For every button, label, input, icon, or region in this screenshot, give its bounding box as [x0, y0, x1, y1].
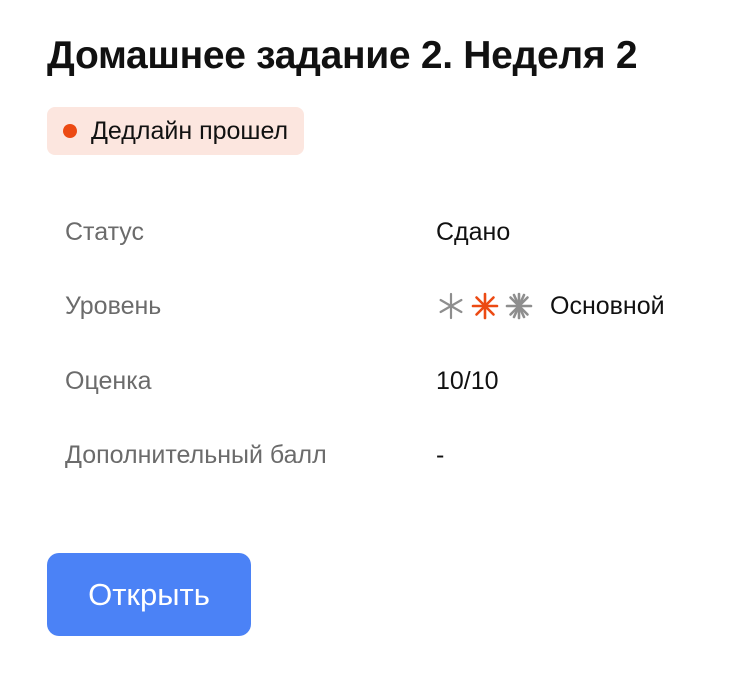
bonus-value: -: [436, 440, 445, 469]
detail-row-grade: Оценка 10/10: [65, 361, 707, 401]
level-label: Уровень: [65, 291, 162, 320]
status-dot-icon: [63, 124, 77, 138]
bonus-label: Дополнительный балл: [65, 440, 327, 469]
level-value-container: Основной: [436, 291, 665, 321]
open-button[interactable]: Открыть: [47, 553, 251, 636]
status-value: Сдано: [436, 217, 511, 246]
asterisk-icon: [439, 292, 463, 320]
grade-value: 10/10: [436, 366, 499, 395]
deadline-status-badge: Дедлайн прошел: [47, 107, 305, 155]
assignment-card: Домашнее задание 2. Неделя 2 Дедлайн про…: [47, 0, 707, 695]
level-value: Основной: [550, 291, 665, 320]
detail-row-level: Уровень Основной: [65, 286, 707, 326]
detail-row-bonus: Дополнительный балл -: [65, 435, 707, 475]
deadline-status-label: Дедлайн прошел: [91, 116, 289, 145]
status-label: Статус: [65, 217, 145, 246]
grade-label: Оценка: [65, 366, 152, 395]
asterisk-bold-icon: [505, 292, 533, 320]
level-indicator: [436, 291, 534, 321]
asterisk-active-icon: [471, 292, 499, 320]
assignment-title: Домашнее задание 2. Неделя 2: [47, 34, 638, 77]
detail-row-status: Статус Сдано: [65, 212, 707, 252]
